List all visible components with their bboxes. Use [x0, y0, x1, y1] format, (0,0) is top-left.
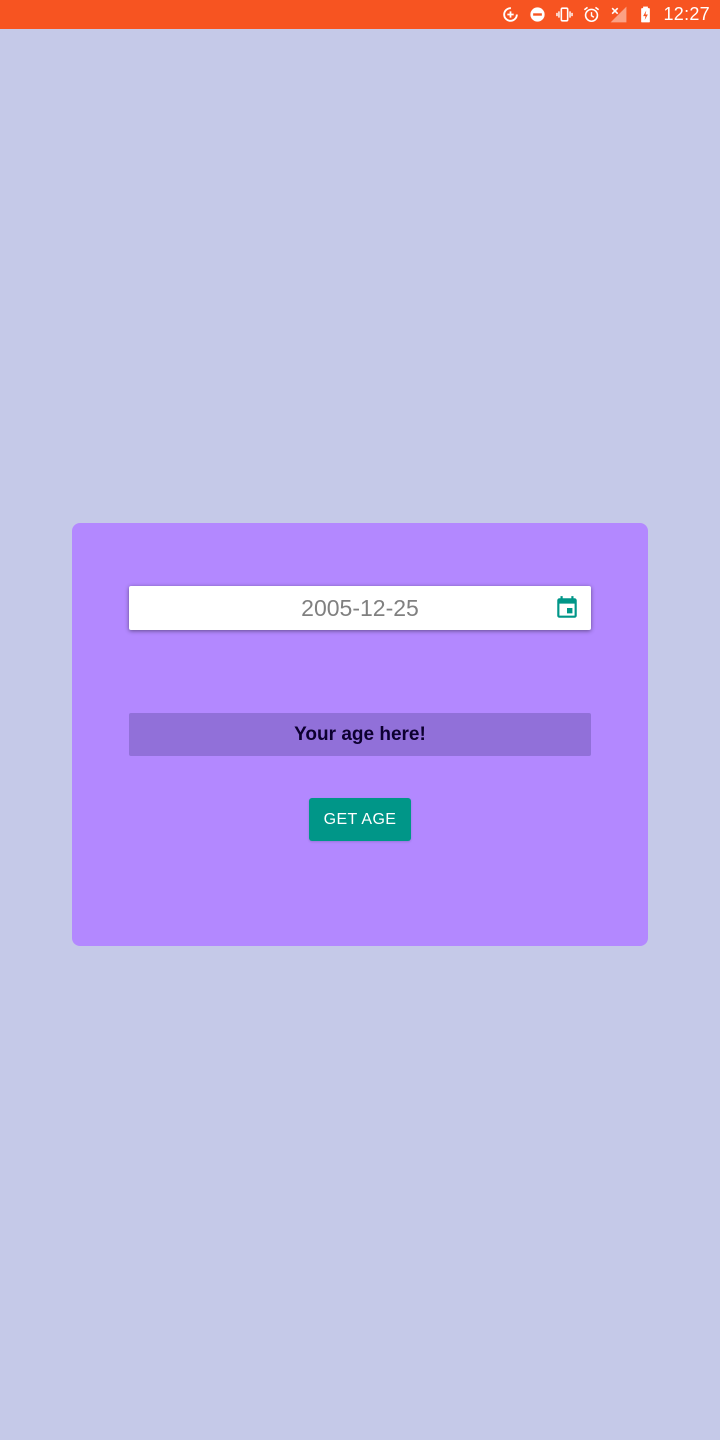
alarm-icon	[582, 5, 601, 24]
battery-charging-icon	[636, 5, 655, 24]
calendar-icon[interactable]	[554, 595, 580, 621]
no-signal-icon	[609, 5, 628, 24]
status-icons	[501, 5, 655, 24]
date-input-value: 2005-12-25	[301, 594, 419, 621]
status-bar: 12:27	[0, 0, 720, 29]
age-calculator-card: 2005-12-25 Your age here! GET AGE	[72, 523, 648, 946]
age-output: Your age here!	[129, 713, 591, 756]
get-age-button[interactable]: GET AGE	[309, 798, 411, 841]
do-not-disturb-icon	[528, 5, 547, 24]
date-input[interactable]: 2005-12-25	[129, 586, 591, 630]
age-output-text: Your age here!	[294, 723, 426, 745]
data-saver-icon	[501, 5, 520, 24]
vibrate-icon	[555, 5, 574, 24]
status-time: 12:27	[663, 4, 710, 24]
